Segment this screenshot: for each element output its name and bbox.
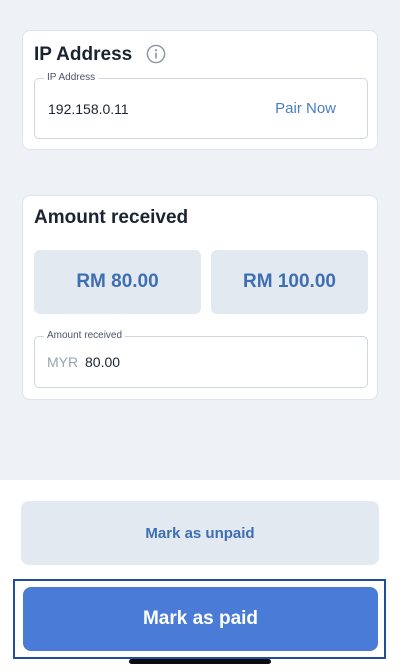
- quick-amount-button[interactable]: RM 100.00: [211, 250, 368, 314]
- quick-amount-button[interactable]: RM 80.00: [34, 250, 201, 314]
- ip-value: 192.158.0.11: [48, 101, 129, 117]
- ip-address-card: IP Address IP Address 192.158.0.11 Pair …: [22, 30, 378, 150]
- amount-card-title: Amount received: [34, 207, 189, 228]
- mark-as-paid-button[interactable]: Mark as paid: [23, 587, 378, 651]
- pair-now-link[interactable]: Pair Now: [275, 100, 336, 117]
- content-area: IP Address IP Address 192.158.0.11 Pair …: [0, 0, 400, 480]
- ip-field-label: IP Address: [44, 72, 99, 84]
- info-icon[interactable]: [146, 44, 166, 64]
- amount-value: 80.00: [85, 354, 121, 370]
- amount-field-label: Amount received: [44, 330, 126, 342]
- amount-received-field[interactable]: Amount received MYR 80.00: [34, 330, 368, 388]
- ip-address-field[interactable]: IP Address 192.158.0.11 Pair Now: [34, 72, 368, 139]
- currency-prefix: MYR: [47, 354, 79, 370]
- home-indicator: [129, 659, 271, 664]
- mark-as-unpaid-button[interactable]: Mark as unpaid: [21, 501, 379, 565]
- amount-received-card: Amount received RM 80.00 RM 100.00 Amoun…: [22, 195, 378, 400]
- ip-card-title: IP Address: [34, 44, 133, 65]
